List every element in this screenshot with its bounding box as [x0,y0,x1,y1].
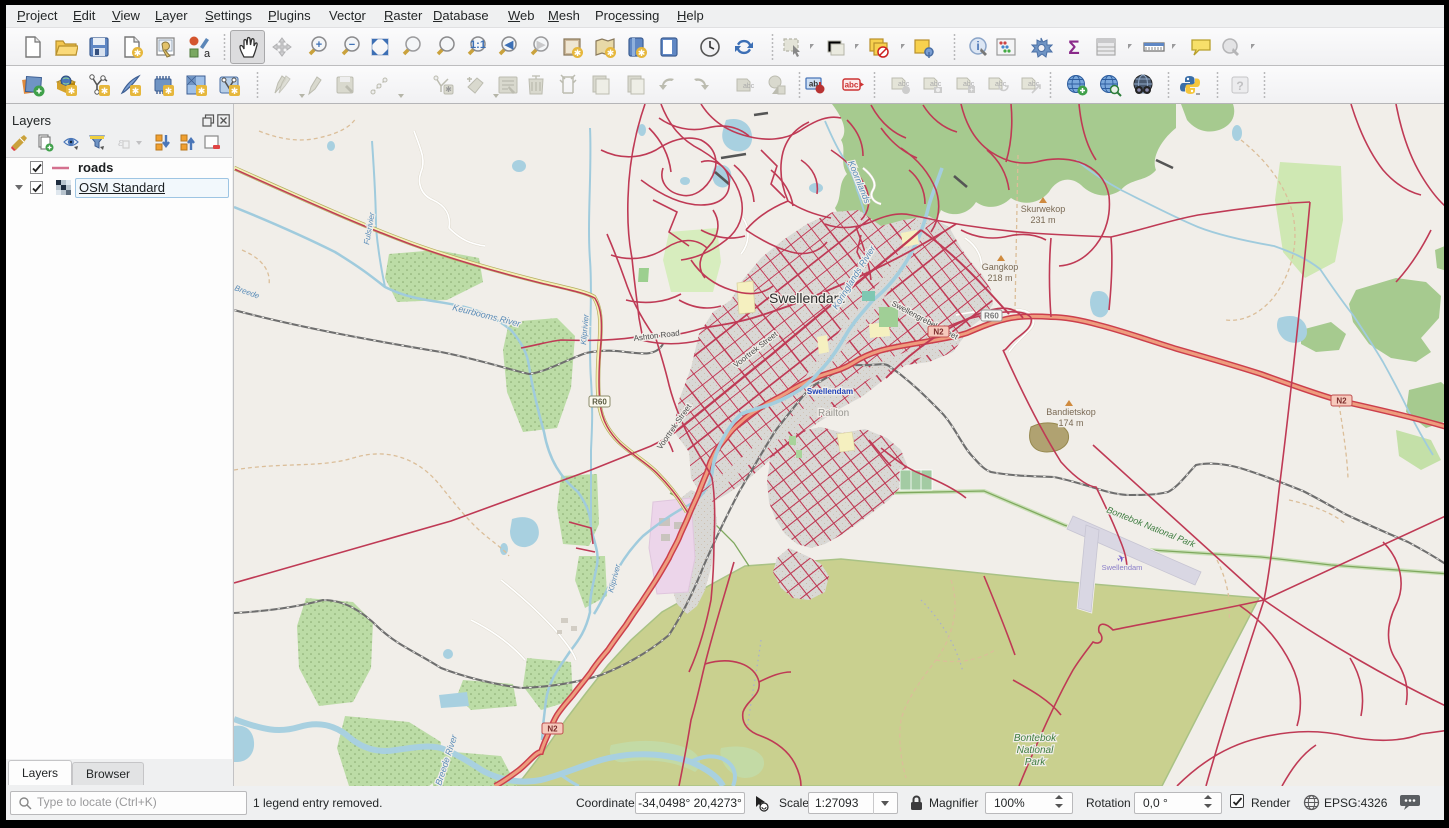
svg-text:▶: ▶ [536,39,546,51]
svg-text:Skurwekop: Skurwekop [1021,204,1066,214]
svg-text:1:1: 1:1 [470,39,486,51]
svg-text:N2: N2 [933,328,944,337]
svg-text:R60: R60 [984,312,999,321]
svg-text:+: + [316,39,322,51]
svg-text:✱: ✱ [68,86,76,96]
svg-text:R60: R60 [592,398,607,407]
svg-text:174 m: 174 m [1058,418,1083,428]
svg-text:Railton: Railton [818,408,849,419]
svg-text:✱: ✱ [574,48,582,58]
svg-text:✱: ✱ [198,86,206,96]
svg-text:Bontebok: Bontebok [1014,733,1057,744]
svg-text:National: National [1017,745,1054,756]
svg-text:Gangkop: Gangkop [982,262,1019,272]
svg-text:✱: ✱ [445,85,452,94]
svg-text:✱: ✱ [231,86,239,96]
svg-text:Swellendam: Swellendam [1102,563,1143,572]
svg-text:abc: abc [930,81,942,88]
svg-text:✱: ✱ [134,48,142,58]
svg-text:Σ: Σ [1068,38,1079,59]
svg-text:Bandietskop: Bandietskop [1046,407,1096,417]
svg-text:abc: abc [743,83,755,90]
svg-text:✱: ✱ [165,86,173,96]
svg-text:Park: Park [1025,757,1047,768]
svg-text:+: + [969,87,973,94]
svg-text:−: − [349,39,355,51]
svg-text:i: i [976,39,979,53]
svg-text:✱: ✱ [101,86,109,96]
svg-text:231 m: 231 m [1030,215,1055,225]
svg-text:abc: abc [995,81,1007,88]
svg-text:N2: N2 [547,725,558,734]
svg-text:✱: ✱ [607,48,615,58]
svg-text:◀: ◀ [504,39,514,51]
svg-text:✱: ✱ [132,86,140,96]
svg-text:abc: abc [845,81,859,90]
svg-text:Swellendam: Swellendam [807,387,853,396]
svg-text:N2: N2 [1336,397,1347,406]
svg-text:a: a [204,48,211,59]
svg-text:?: ? [1236,79,1243,93]
svg-text:✱: ✱ [638,48,646,58]
svg-text:218 m: 218 m [987,273,1012,283]
